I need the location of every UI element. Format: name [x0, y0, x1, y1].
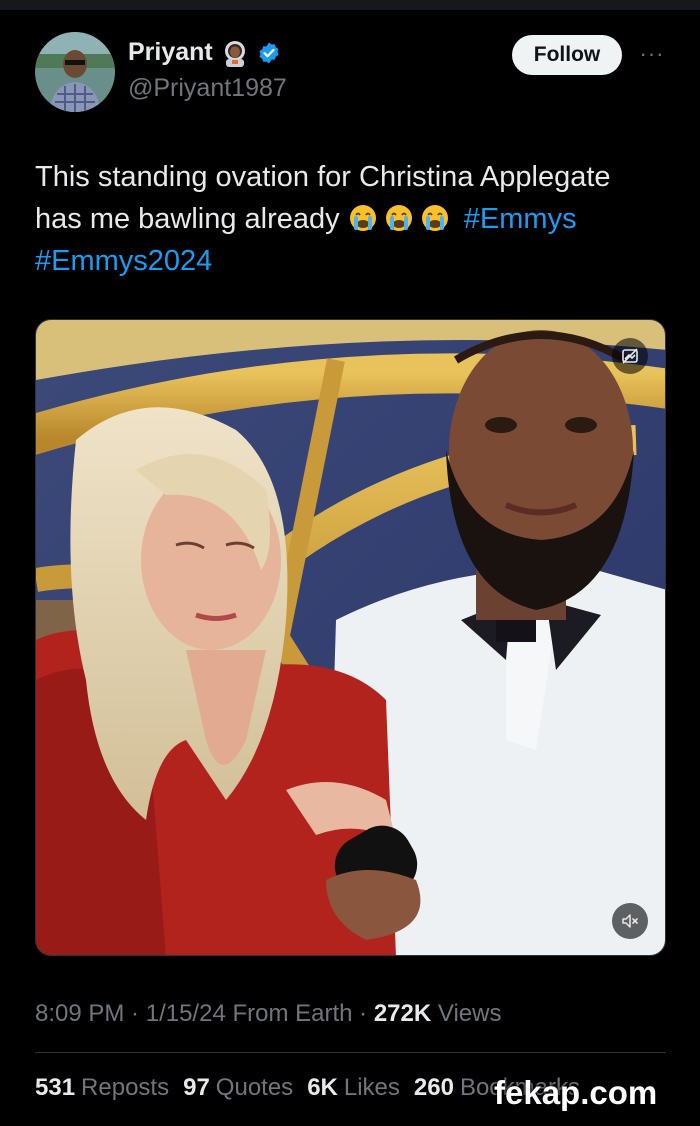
crying-face-emoji-icon	[421, 205, 448, 231]
author-display-name[interactable]: Priyant	[128, 38, 213, 67]
likes-count: 6K	[307, 1074, 338, 1101]
author-handle[interactable]: @Priyant1987	[128, 74, 287, 103]
hashtag-emmys2024-link[interactable]: #Emmys2024	[35, 245, 212, 277]
reposts-count: 531	[35, 1074, 76, 1101]
reposts-label: Reposts	[81, 1074, 170, 1101]
author-name-row[interactable]: Priyant	[128, 38, 281, 67]
divider	[35, 1052, 666, 1053]
sensitive-media-icon[interactable]	[612, 338, 648, 374]
avatar[interactable]	[35, 32, 115, 112]
quotes-count: 97	[183, 1074, 210, 1101]
views-count: 272K	[373, 1000, 432, 1027]
bookmarks-count: 260	[413, 1074, 454, 1101]
tweet-text: This standing ovation for Christina Appl…	[35, 156, 665, 282]
meta-separator: ·	[352, 1000, 374, 1027]
meta-separator: ·	[124, 1000, 146, 1027]
likes-stat[interactable]: 6K Likes	[307, 1074, 400, 1102]
quotes-label: Quotes	[215, 1074, 294, 1101]
views-label: Views	[431, 1000, 502, 1027]
reposts-stat[interactable]: 531 Reposts	[35, 1074, 169, 1102]
tweet-date[interactable]: 1/15/24	[146, 1000, 226, 1027]
tweet-time[interactable]: 8:09 PM	[35, 1000, 124, 1027]
video-frame	[36, 320, 665, 955]
astronaut-emoji-icon	[224, 40, 245, 67]
tweet-meta: 8:09 PM · 1/15/24 From Earth · 272K View…	[35, 1000, 501, 1028]
follow-button[interactable]: Follow	[512, 35, 622, 75]
more-options-icon[interactable]: ···	[636, 38, 668, 70]
tweet-source: From Earth	[225, 1000, 353, 1027]
quotes-stat[interactable]: 97 Quotes	[183, 1074, 293, 1102]
likes-label: Likes	[343, 1074, 400, 1101]
hashtag-emmys-link[interactable]: #Emmys	[464, 203, 577, 235]
video-player[interactable]	[35, 319, 666, 956]
muted-speaker-icon[interactable]	[612, 903, 648, 939]
watermark: fekap.com	[494, 1074, 658, 1111]
crying-face-emoji-icon	[349, 205, 376, 231]
verified-badge-icon	[259, 42, 279, 63]
crying-face-emoji-icon	[385, 205, 412, 231]
tweet-header: Priyant @Priyant1987 Follow ···	[0, 0, 700, 130]
